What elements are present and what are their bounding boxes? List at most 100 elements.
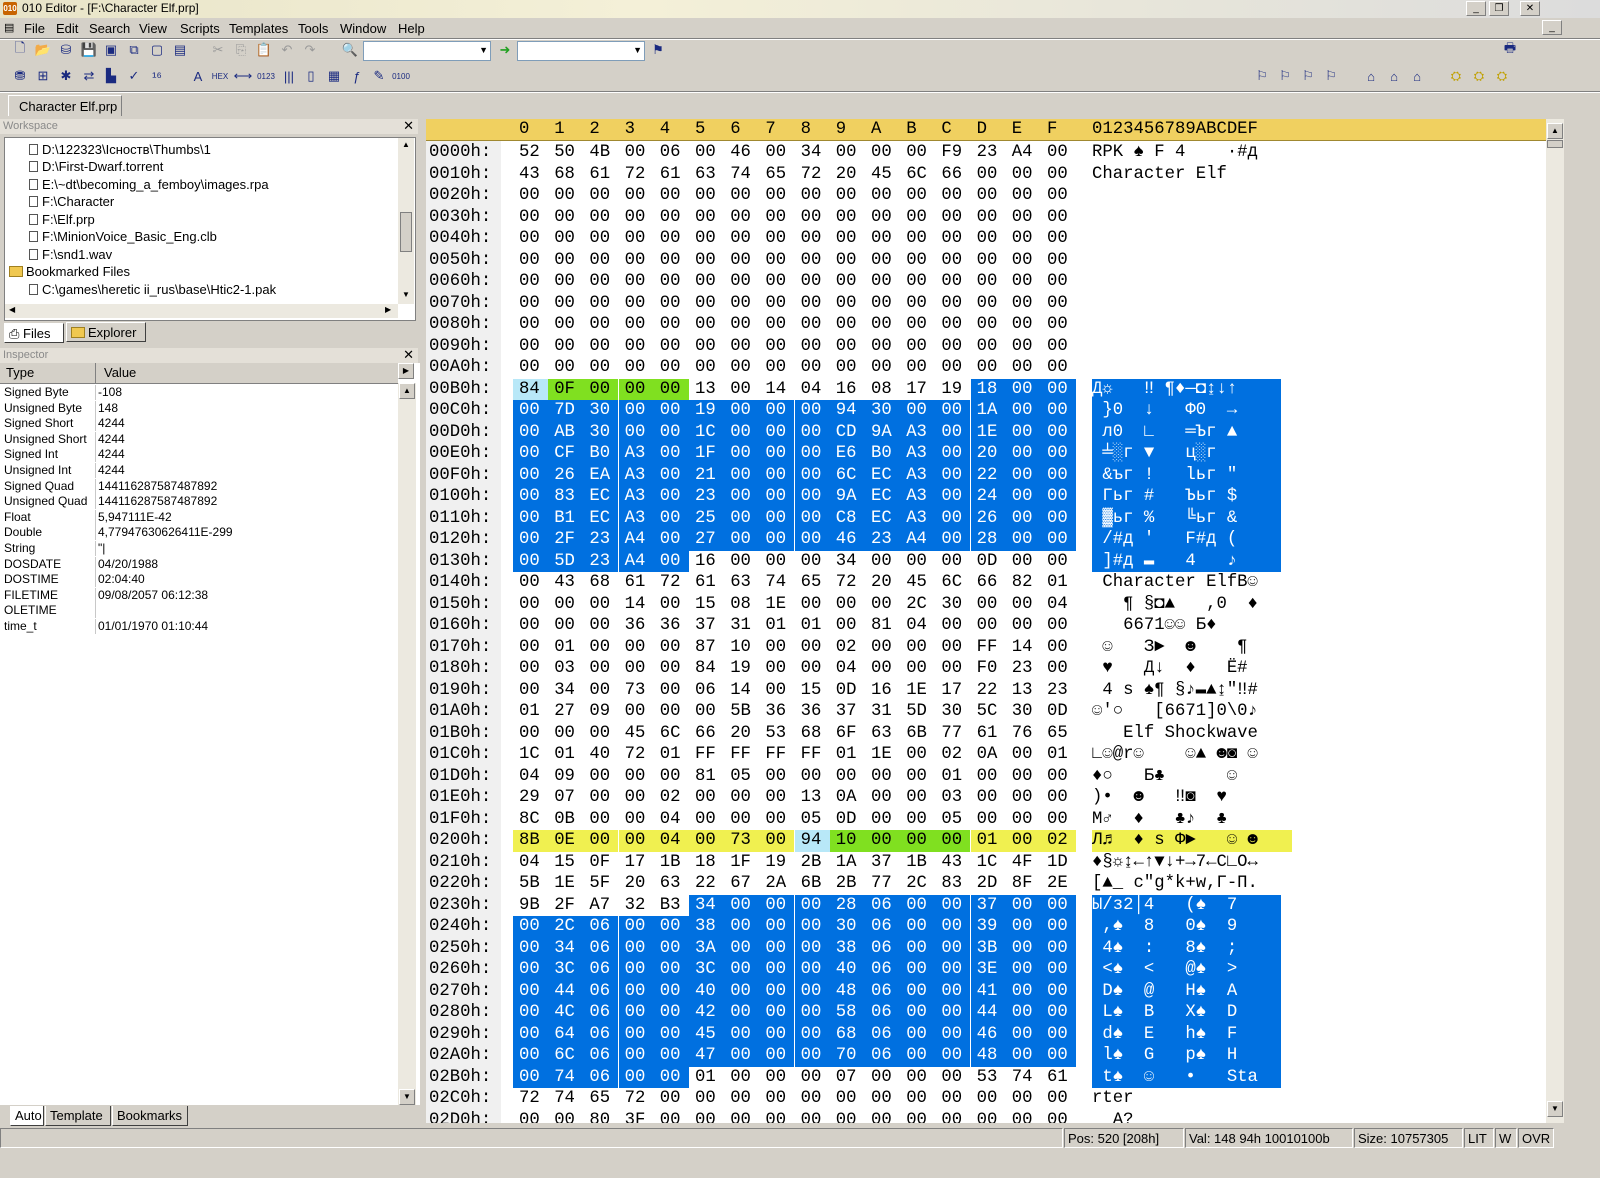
hex-byte[interactable]: 00: [583, 185, 618, 207]
hex-byte[interactable]: 00: [1005, 1002, 1041, 1024]
hex-byte[interactable]: 00: [865, 766, 900, 788]
hex-byte[interactable]: 1C: [689, 421, 724, 443]
hex-byte[interactable]: 00: [548, 271, 583, 293]
hex-ascii[interactable]: Ы/з2│4 (♠ 7: [1092, 895, 1258, 917]
hex-byte[interactable]: 00: [618, 1023, 654, 1045]
hex-byte[interactable]: 00: [795, 1088, 830, 1110]
hex-byte[interactable]: EA: [583, 464, 619, 486]
hex-byte[interactable]: 00: [830, 1088, 865, 1110]
hex-byte[interactable]: 00: [583, 336, 618, 358]
hex-byte[interactable]: 00: [1041, 250, 1076, 272]
hex-byte[interactable]: 63: [654, 873, 689, 895]
hex-byte[interactable]: 5D: [900, 701, 935, 723]
hex-byte[interactable]: 00: [1041, 1023, 1076, 1045]
hex-byte[interactable]: 01: [548, 637, 583, 659]
hex-byte[interactable]: 72: [619, 1088, 654, 1110]
hex-byte[interactable]: 07: [830, 1067, 865, 1089]
hex-byte[interactable]: 00: [724, 228, 759, 250]
hex-byte[interactable]: 20: [865, 572, 900, 594]
hex-byte[interactable]: 17: [935, 680, 970, 702]
hex-byte[interactable]: 00: [1041, 185, 1076, 207]
hex-byte[interactable]: 04: [1041, 594, 1076, 616]
hex-byte[interactable]: 00: [971, 615, 1006, 637]
hex-byte[interactable]: 1E: [865, 744, 900, 766]
hex-byte[interactable]: 06: [583, 916, 619, 938]
cut-icon[interactable]: ✂: [208, 40, 228, 60]
hex-byte[interactable]: 00: [724, 507, 760, 529]
hex-byte[interactable]: 00: [759, 894, 795, 916]
hex-byte[interactable]: 31: [724, 615, 759, 637]
hex-byte[interactable]: 00: [794, 507, 830, 529]
hex-byte[interactable]: 00: [1041, 1088, 1076, 1110]
status-write[interactable]: W: [1495, 1128, 1517, 1148]
hex-byte[interactable]: 00: [900, 314, 935, 336]
hex-byte[interactable]: EC: [865, 486, 900, 508]
hex-byte[interactable]: 00: [689, 207, 724, 229]
hex-byte[interactable]: 00: [724, 250, 759, 272]
hex-byte[interactable]: 63: [724, 572, 759, 594]
hex-byte[interactable]: 1B: [900, 852, 935, 874]
hex-byte[interactable]: A4: [1006, 142, 1041, 164]
hex-byte[interactable]: 00: [1041, 959, 1076, 981]
hex-byte[interactable]: 00: [724, 400, 760, 422]
hex-byte[interactable]: 00: [1041, 207, 1076, 229]
hex-byte[interactable]: 00: [513, 980, 548, 1002]
hex-byte[interactable]: 30: [865, 400, 900, 422]
hex-byte[interactable]: 00: [900, 916, 936, 938]
hex-byte[interactable]: 00: [759, 185, 794, 207]
hex-byte[interactable]: 00: [935, 916, 971, 938]
hex-byte[interactable]: A7: [583, 895, 618, 917]
hex-byte[interactable]: 00: [900, 809, 935, 831]
hex-row[interactable]: 0160h: 00 00 00 36 36 37 31 01 01 00 81 04 00 00 00 00 6…: [426, 615, 1546, 637]
inspector-scrollbar[interactable]: ▲ ▼: [398, 383, 416, 1105]
hex-byte[interactable]: 00: [724, 207, 759, 229]
hex-byte[interactable]: 00: [759, 830, 795, 852]
hex-byte[interactable]: 00: [971, 293, 1006, 315]
hex-byte[interactable]: 61: [971, 723, 1006, 745]
font-icon[interactable]: A: [188, 66, 208, 86]
hex-byte[interactable]: 00: [513, 336, 548, 358]
hex-byte[interactable]: 00: [759, 980, 795, 1002]
hex-byte[interactable]: 2C: [900, 873, 935, 895]
hex-byte[interactable]: 00: [619, 228, 654, 250]
hex-byte[interactable]: 00: [1041, 421, 1076, 443]
hex-row[interactable]: 01A0h: 01 27 09 00 00 00 5B 36 36 37 31 5D 30 5C 30 0D ☺'…: [426, 701, 1546, 723]
hex-byte[interactable]: 00: [900, 142, 935, 164]
hex-byte[interactable]: 0B: [548, 809, 583, 831]
hex-byte[interactable]: 00: [830, 142, 865, 164]
inspector-row[interactable]: DOSDATE 04/20/1988: [0, 556, 396, 572]
hex-byte[interactable]: 00: [513, 1002, 548, 1024]
find-icon[interactable]: 🔍: [340, 40, 360, 60]
hex-byte[interactable]: 00: [900, 551, 935, 573]
hex-byte[interactable]: 23: [583, 529, 619, 551]
hex-ascii[interactable]: [▲_ c"g*k+w,Г-П.: [1092, 873, 1258, 895]
hex-byte[interactable]: 04: [653, 830, 689, 852]
tree-item-file[interactable]: F:\MinionVoice_Basic_Eng.clb: [29, 229, 217, 246]
hex-ascii[interactable]: ¶ §◘▲ ,0 ♦: [1092, 594, 1258, 616]
hex-byte[interactable]: 00: [619, 357, 654, 379]
hex-byte[interactable]: 00: [971, 787, 1006, 809]
hex-row[interactable]: 00F0h: 00 26 EA A3 00 21 00 00 00 6C EC A3 00 22 00 00 &…: [426, 464, 1546, 486]
hex-byte[interactable]: 00: [935, 830, 971, 852]
goto-combo[interactable]: ▼: [517, 41, 645, 61]
hex-ascii[interactable]: Л♬ ♦ s Ф► ☺ ☻: [1092, 830, 1258, 852]
hex-byte[interactable]: 01: [795, 615, 830, 637]
hex-byte[interactable]: B3: [654, 895, 689, 917]
hex-byte[interactable]: 00: [513, 314, 548, 336]
hex-ascii[interactable]: l♠ G p♠ H: [1092, 1045, 1258, 1067]
menu-help[interactable]: Help: [398, 21, 425, 36]
hex-byte[interactable]: 34: [689, 894, 724, 916]
hex-byte[interactable]: FF: [724, 744, 759, 766]
hex-byte[interactable]: 18: [689, 852, 724, 874]
hex-byte[interactable]: 00: [1041, 142, 1076, 164]
hex-byte[interactable]: 00: [795, 766, 830, 788]
hex-byte[interactable]: 80: [583, 1110, 618, 1124]
hex-byte[interactable]: 13: [1006, 680, 1041, 702]
column-divider[interactable]: [95, 363, 96, 383]
hex-byte[interactable]: 00: [548, 723, 583, 745]
hex-byte[interactable]: 50: [548, 142, 583, 164]
hex-byte[interactable]: 00: [654, 701, 689, 723]
hex-byte[interactable]: 61: [619, 572, 654, 594]
hex-byte[interactable]: 00: [935, 507, 971, 529]
hex-byte[interactable]: 00: [795, 658, 830, 680]
